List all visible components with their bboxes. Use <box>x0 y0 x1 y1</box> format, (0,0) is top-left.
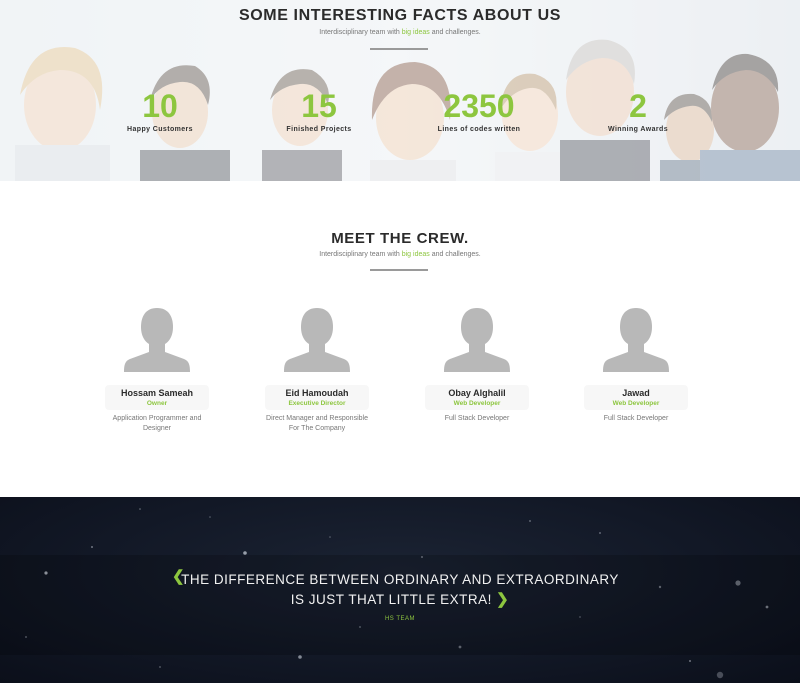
fact-number: 10 <box>142 88 178 124</box>
member-description: Full Stack Developer <box>603 415 669 422</box>
chevron-right-icon[interactable]: ❯ <box>496 591 509 608</box>
crew-member-card[interactable]: Jawad Web Developer Full Stack Developer <box>576 302 696 424</box>
member-name-card: Eid Hamoudah Executive Director <box>265 385 369 410</box>
facts-subtitle-pre: Interdisciplinary team with <box>319 29 402 36</box>
user-silhouette-icon <box>444 308 510 372</box>
quote-line-2-wrap: IS JUST THAT LITTLE EXTRA! ❯ <box>0 590 800 610</box>
fact-finished-projects: 15 Finished Projects <box>249 88 389 133</box>
facts-title: SOME INTERESTING FACTS ABOUT US <box>238 7 562 24</box>
crew-divider <box>370 269 428 271</box>
fact-number: 2350 <box>443 88 515 124</box>
member-name: Jawad <box>622 388 650 398</box>
fact-happy-customers: 10 Happy Customers <box>90 88 230 133</box>
crew-subtitle: Interdisciplinary team with big ideas an… <box>0 251 800 258</box>
quote-author: HS TEAM <box>384 616 416 622</box>
crew-subtitle-pre: Interdisciplinary team with <box>319 251 402 258</box>
crew-member-card[interactable]: Eid Hamoudah Executive Director Direct M… <box>257 302 377 434</box>
user-silhouette-icon <box>603 308 669 372</box>
fact-label: Winning Awards <box>608 126 668 133</box>
member-name-card: Obay Alghalil Web Developer <box>425 385 529 410</box>
member-role: Web Developer <box>612 400 660 407</box>
fact-label: Happy Customers <box>127 126 193 133</box>
member-name: Obay Alghalil <box>448 388 506 398</box>
facts-subtitle-post: and challenges. <box>429 29 481 36</box>
quote-line-1: THE DIFFERENCE BETWEEN ORDINARY AND EXTR… <box>181 572 619 587</box>
fact-label: Finished Projects <box>286 126 352 133</box>
member-name: Hossam Sameah <box>120 388 194 398</box>
fact-lines-of-code: 2350 Lines of codes written <box>409 88 549 133</box>
crew-subtitle-accent: big ideas <box>401 251 430 258</box>
member-description: Application Programmer and Designer <box>112 415 202 432</box>
fact-number: 2 <box>629 88 647 124</box>
member-description: Full Stack Developer <box>444 415 510 422</box>
quote-text: THE DIFFERENCE BETWEEN ORDINARY AND EXTR… <box>0 570 800 610</box>
fact-winning-awards: 2 Winning Awards <box>568 88 708 133</box>
member-role: Web Developer <box>453 400 501 407</box>
member-description: Direct Manager and Responsible For The C… <box>266 415 368 432</box>
member-role: Executive Director <box>288 400 346 407</box>
quote-line-2: IS JUST THAT LITTLE EXTRA! <box>290 592 492 607</box>
fact-number: 15 <box>301 88 337 124</box>
facts-subtitle: Interdisciplinary team with big ideas an… <box>0 29 800 36</box>
crew-title: MEET THE CREW. <box>331 230 469 247</box>
crew-member-card[interactable]: Hossam Sameah Owner Application Programm… <box>97 302 217 434</box>
user-silhouette-icon <box>124 308 190 372</box>
facts-subtitle-accent: big ideas <box>401 29 430 36</box>
member-name-card: Jawad Web Developer <box>584 385 688 410</box>
crew-subtitle-post: and challenges. <box>429 251 481 258</box>
facts-section: SOME INTERESTING FACTS ABOUT US Interdis… <box>0 0 800 181</box>
member-name-card: Hossam Sameah Owner <box>105 385 209 410</box>
user-silhouette-icon <box>284 308 350 372</box>
fact-label: Lines of codes written <box>437 126 521 133</box>
quote-section: ❮ THE DIFFERENCE BETWEEN ORDINARY AND EX… <box>0 497 800 683</box>
member-role: Owner <box>146 400 168 407</box>
facts-divider <box>370 48 428 50</box>
crew-member-card[interactable]: Obay Alghalil Web Developer Full Stack D… <box>417 302 537 424</box>
member-name: Eid Hamoudah <box>285 388 349 398</box>
